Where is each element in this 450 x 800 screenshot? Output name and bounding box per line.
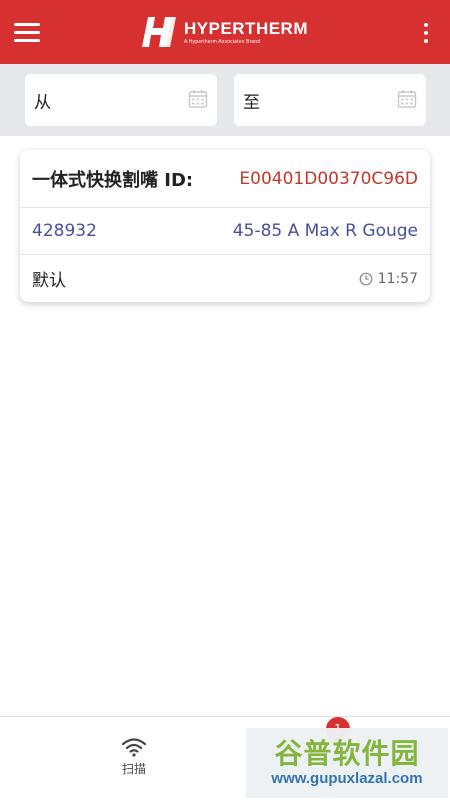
watermark-title: 谷普软件园 xyxy=(274,737,420,771)
part-description: 45-85 A Max R Gouge xyxy=(232,221,418,241)
date-from-label: 从 xyxy=(34,92,51,113)
date-to-label: 至 xyxy=(243,92,260,113)
wifi-icon xyxy=(121,738,147,757)
menu-icon-bar xyxy=(14,38,40,42)
more-options-button[interactable] xyxy=(418,20,434,46)
more-icon-dot xyxy=(424,23,428,27)
hypertherm-logo-icon xyxy=(141,17,176,47)
menu-button[interactable] xyxy=(14,18,46,46)
date-to-field[interactable]: 至 xyxy=(234,74,426,126)
more-icon-dot xyxy=(424,31,428,35)
app-header: HYPERTHERM A Hypertherm Associates Brand xyxy=(0,0,450,64)
brand-logo: HYPERTHERM A Hypertherm Associates Brand xyxy=(141,14,308,50)
card-part-row: 428932 45-85 A Max R Gouge xyxy=(20,208,430,255)
date-filter-bar: 从 至 xyxy=(0,64,450,136)
card-header-row: 一体式快换割嘴 ID: E00401D00370C96D xyxy=(20,150,430,208)
site-watermark: 谷普软件园 www.gupuxlazal.com xyxy=(246,728,448,798)
scan-tab[interactable]: 扫描 xyxy=(104,737,164,787)
menu-icon-bar xyxy=(14,30,40,34)
calendar-icon xyxy=(188,90,208,108)
mode-label: 默认 xyxy=(32,271,66,291)
cartridge-id: E00401D00370C96D xyxy=(239,168,418,189)
date-from-field[interactable]: 从 xyxy=(25,74,217,126)
card-title: 一体式快换割嘴 ID: xyxy=(32,169,194,191)
brand-name: HYPERTHERM xyxy=(183,18,308,38)
calendar-icon xyxy=(397,90,417,108)
scan-label: 扫描 xyxy=(121,762,146,776)
consumable-record-card[interactable]: 一体式快换割嘴 ID: E00401D00370C96D 428932 45-8… xyxy=(20,150,430,302)
brand-tagline: A Hypertherm Associates Brand xyxy=(183,38,261,45)
clock-icon xyxy=(359,272,373,285)
card-footer-row: 默认 11:57 xyxy=(20,255,430,302)
timestamp: 11:57 xyxy=(359,271,418,287)
part-number: 428932 xyxy=(32,221,97,241)
more-icon-dot xyxy=(424,39,428,43)
time-value: 11:57 xyxy=(377,270,418,287)
menu-icon-bar xyxy=(14,22,40,26)
watermark-url: www.gupuxlazal.com xyxy=(271,769,423,787)
